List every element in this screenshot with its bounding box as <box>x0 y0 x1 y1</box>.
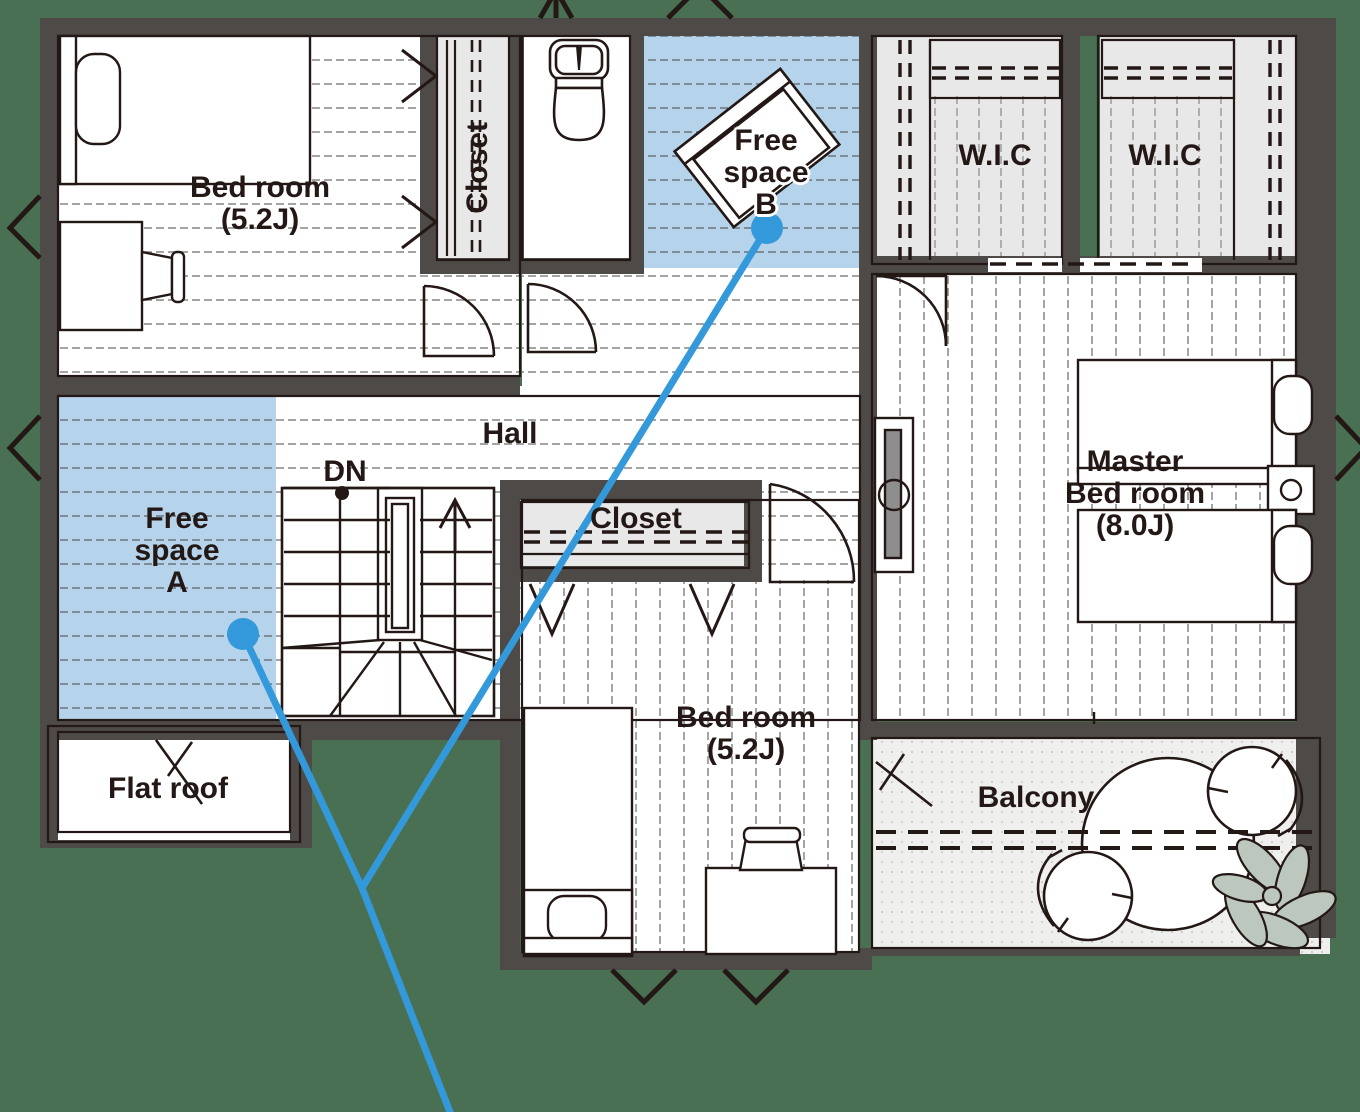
callout-dot-free-space-a[interactable] <box>227 618 259 650</box>
floor-plan-canvas: Bed room (5.2J) Closet Free space B W.I.… <box>0 0 1360 1112</box>
floor-plan-drawing <box>0 0 1360 1112</box>
callout-dot-free-space-b[interactable] <box>751 212 783 244</box>
stair-dn-dot <box>335 486 349 500</box>
